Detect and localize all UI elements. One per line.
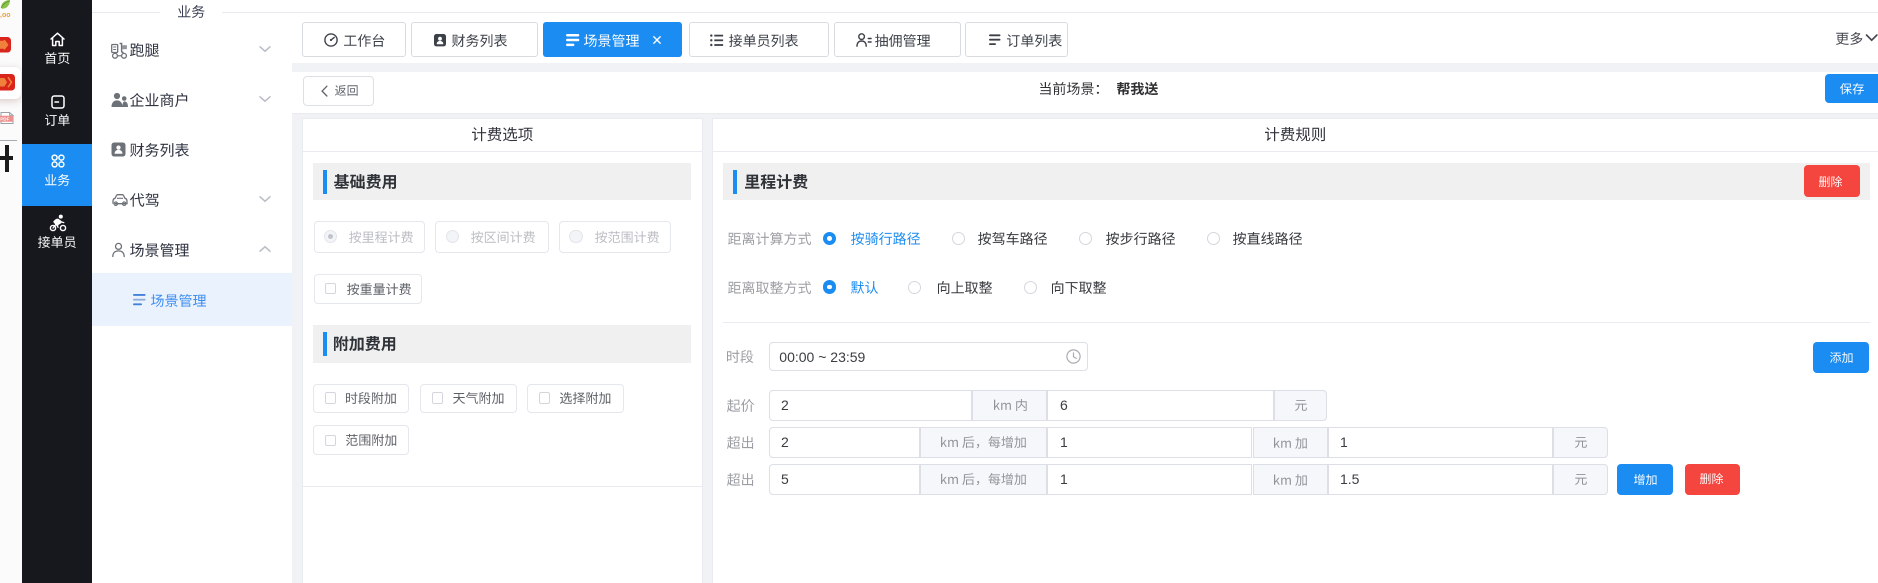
svg-text:PDF: PDF <box>0 116 9 121</box>
svg-text:,oo: ,oo <box>0 12 11 19</box>
